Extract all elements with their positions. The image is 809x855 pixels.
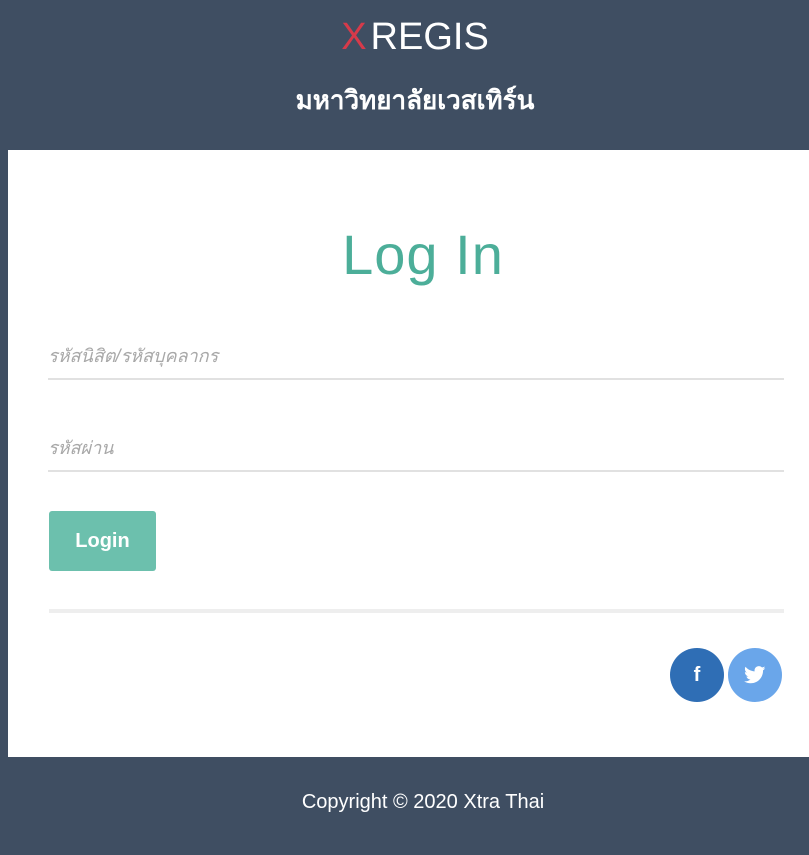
footer: Copyright © 2020 Xtra Thai (8, 757, 809, 855)
brand-name: REGIS (370, 16, 489, 58)
brand-x: X (341, 16, 367, 58)
twitter-icon (744, 666, 766, 684)
left-edge (0, 150, 8, 855)
page-title: Log In (342, 223, 504, 286)
login-button[interactable]: Login (49, 511, 156, 571)
copyright-text: Copyright © 2020 Xtra Thai (301, 791, 545, 813)
twitter-button[interactable] (728, 648, 782, 702)
facebook-button[interactable]: f (670, 648, 724, 702)
facebook-icon: f (693, 663, 701, 686)
password-input[interactable] (48, 426, 784, 472)
divider (49, 609, 784, 613)
brand-logo: X REGIS (0, 14, 809, 60)
university-name: มหาวิทยาลัยเวสเทิร์น (295, 85, 535, 115)
header: X REGIS มหาวิทยาลัยเวสเทิร์น (0, 0, 809, 150)
username-input[interactable] (48, 334, 784, 380)
login-card: Log In Login f (8, 150, 809, 757)
